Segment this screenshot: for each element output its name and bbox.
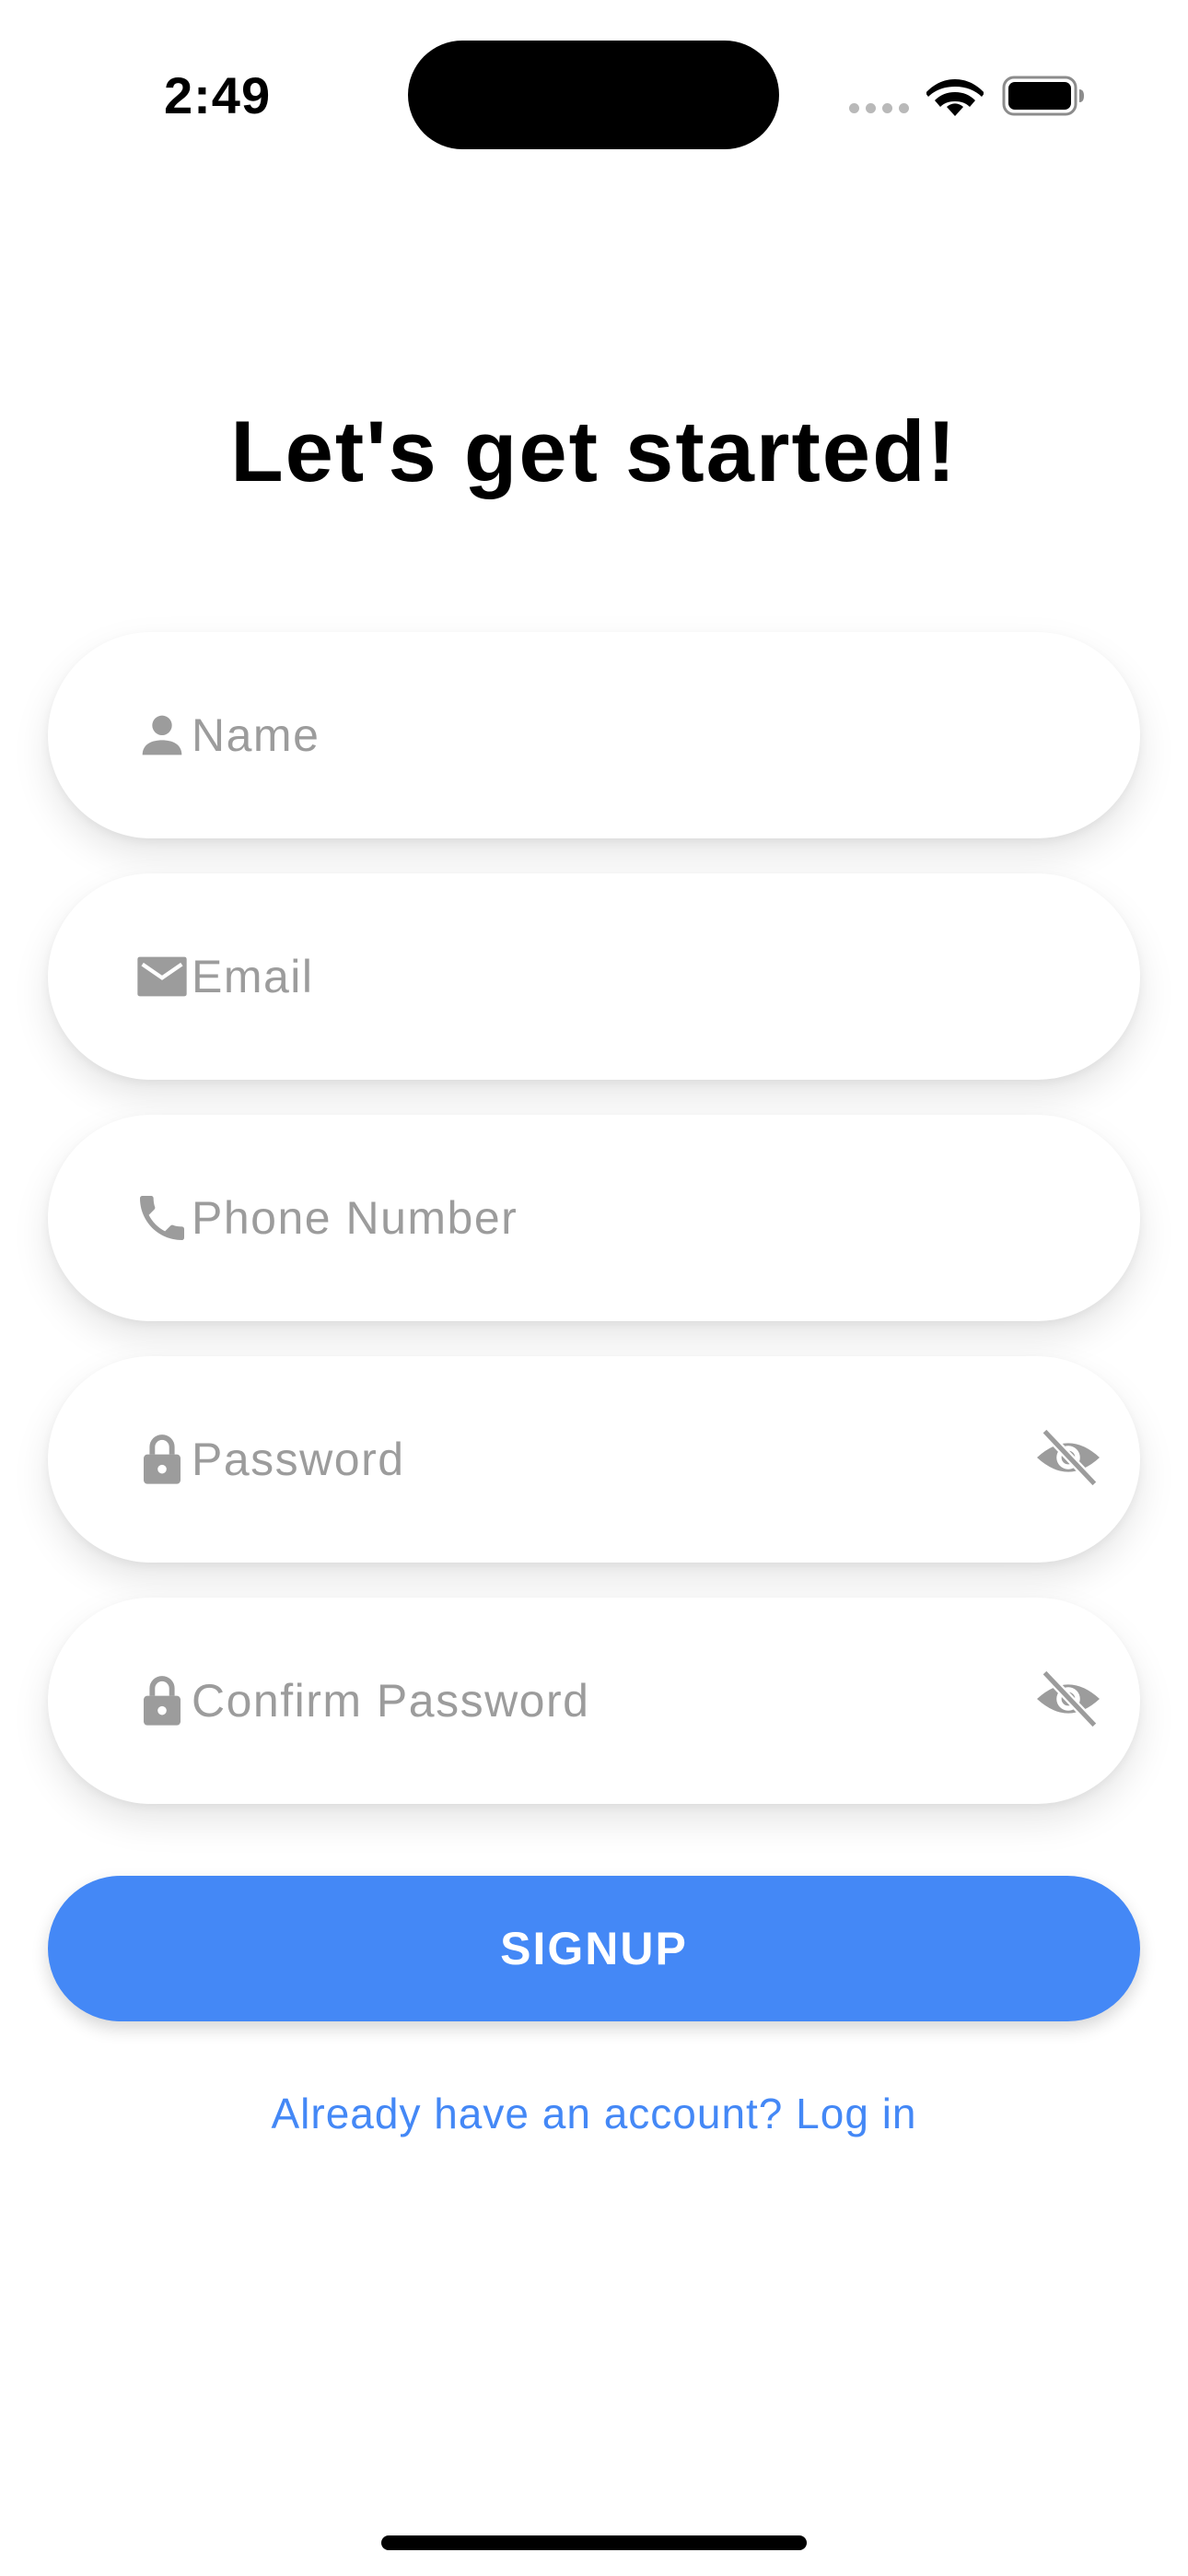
lock-icon — [144, 1676, 181, 1726]
battery-icon — [1002, 76, 1084, 116]
status-time: 2:49 — [164, 66, 272, 124]
cellular-signal-icon — [849, 103, 909, 113]
name-field[interactable]: Name — [48, 632, 1140, 838]
home-indicator[interactable] — [381, 2535, 807, 2550]
phone-placeholder: Phone Number — [192, 1192, 518, 1244]
email-placeholder: Email — [192, 951, 314, 1002]
lock-icon — [144, 1434, 181, 1484]
person-icon — [142, 715, 182, 755]
email-field[interactable]: Email — [48, 873, 1140, 1080]
phone-field[interactable]: Phone Number — [48, 1115, 1140, 1321]
confirm-password-placeholder: Confirm Password — [192, 1675, 590, 1727]
password-placeholder: Password — [192, 1434, 405, 1485]
eye-off-icon[interactable] — [1033, 1426, 1103, 1489]
mail-icon — [137, 956, 187, 997]
name-placeholder: Name — [192, 709, 320, 761]
wifi-icon — [926, 79, 984, 116]
confirm-password-field[interactable]: Confirm Password — [48, 1598, 1140, 1804]
dynamic-island — [408, 41, 779, 149]
password-field[interactable]: Password — [48, 1356, 1140, 1563]
page-title: Let's get started! — [230, 403, 958, 499]
login-link[interactable]: Already have an account? Log in — [0, 2088, 1188, 2139]
signup-button[interactable]: SIGNUP — [48, 1876, 1140, 2021]
phone-icon — [140, 1196, 184, 1240]
eye-off-icon[interactable] — [1033, 1668, 1103, 1730]
